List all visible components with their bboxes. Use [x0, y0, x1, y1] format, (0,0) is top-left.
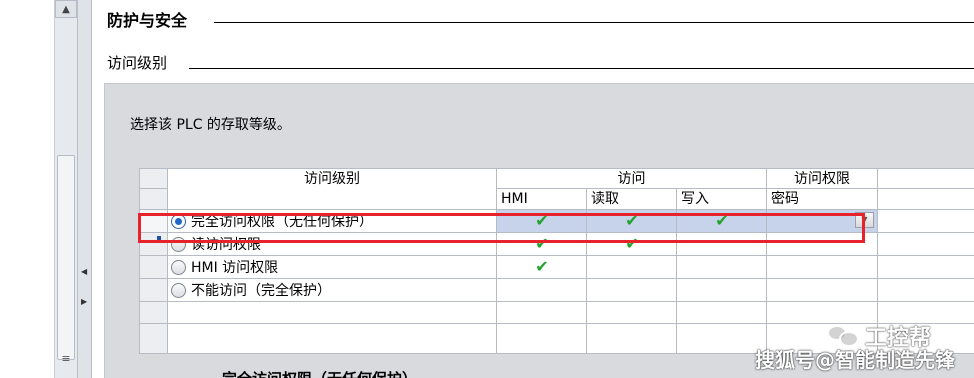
- option-label: HMI 访问权限: [191, 260, 279, 276]
- cell-hmi: ✔: [497, 256, 587, 279]
- access-option-none[interactable]: 不能访问（完全保护）: [168, 279, 497, 302]
- collapse-left-icon[interactable]: ◀: [81, 268, 89, 276]
- row-header: [140, 302, 168, 324]
- empty-cell: [497, 324, 587, 354]
- left-panel: [0, 0, 55, 378]
- row-header: [140, 189, 168, 210]
- row-header: [140, 279, 168, 302]
- radio-button[interactable]: [171, 259, 186, 275]
- header-access: 访问: [497, 169, 767, 189]
- scroll-up-arrow-icon[interactable]: ▲: [55, 0, 77, 18]
- section-title: 防护与安全: [107, 11, 188, 30]
- radio-button[interactable]: [171, 282, 186, 298]
- row-header: [140, 256, 168, 279]
- section-divider: [214, 22, 974, 23]
- header-filler: [878, 169, 974, 189]
- header-filler: [878, 189, 974, 210]
- panel-edge-marker: [0, 260, 4, 268]
- empty-cell: [168, 302, 497, 324]
- access-option-hmi[interactable]: HMI 访问权限: [168, 256, 497, 279]
- empty-cell: [168, 324, 497, 354]
- subsection-divider: [189, 68, 974, 69]
- header-hmi: HMI: [497, 189, 587, 210]
- filler-cell: [878, 210, 974, 233]
- scroll-thumb[interactable]: [57, 155, 75, 360]
- menu-grip-icon[interactable]: ≡: [58, 352, 74, 366]
- password-cell: [767, 256, 878, 279]
- next-section-title: 完全访问权限（无任何保护）: [222, 368, 417, 378]
- empty-cell: [677, 302, 767, 324]
- cell-read: [587, 279, 677, 302]
- subsection-title: 访问级别: [107, 54, 168, 72]
- empty-cell: [677, 324, 767, 354]
- watermark-source: 搜狐号@智能制造先锋: [755, 348, 955, 372]
- option-label: 不能访问（完全保护）: [191, 283, 331, 299]
- empty-cell: [497, 302, 587, 324]
- cell-write: [677, 256, 767, 279]
- header-permission: 访问权限: [767, 169, 878, 189]
- panel-description: 选择该 PLC 的存取等级。: [130, 117, 291, 133]
- panel-splitter[interactable]: ◀ ▶: [78, 0, 92, 378]
- filler-cell: [878, 256, 974, 279]
- selection-marker: [157, 236, 161, 240]
- corner-cell: [140, 169, 168, 189]
- password-cell: [767, 279, 878, 302]
- expand-right-icon[interactable]: ▶: [81, 298, 89, 306]
- filler-cell: [878, 279, 974, 302]
- checkmark-icon: ✔: [535, 257, 549, 276]
- cell-hmi: [497, 279, 587, 302]
- row-header: [140, 324, 168, 354]
- header-read: 读取: [587, 189, 677, 210]
- empty-cell: [587, 324, 677, 354]
- cell-read: [587, 256, 677, 279]
- header-level: 访问级别: [168, 169, 497, 210]
- header-password: 密码: [767, 189, 878, 210]
- empty-cell: [587, 302, 677, 324]
- highlight-box: [138, 213, 865, 243]
- cell-write: [677, 279, 767, 302]
- filler-cell: [878, 233, 974, 256]
- header-write: 写入: [677, 189, 767, 210]
- left-scrollbar[interactable]: ▲: [55, 0, 78, 378]
